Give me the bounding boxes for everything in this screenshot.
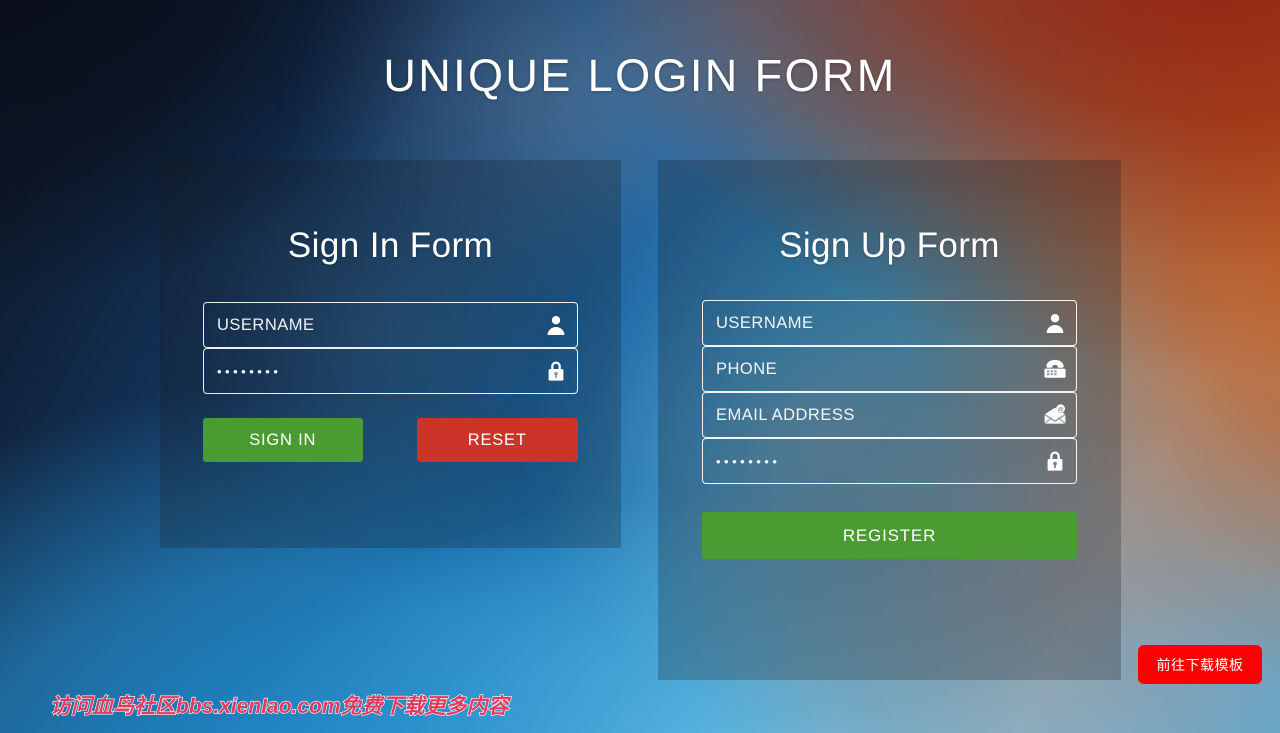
sign-up-heading: Sign Up Form bbox=[779, 226, 1000, 265]
signup-email-field[interactable]: EMAIL ADDRESS @ bbox=[702, 392, 1077, 438]
sign-in-button-row: SIGN IN RESET bbox=[203, 418, 578, 462]
person-icon bbox=[1034, 311, 1076, 335]
sign-up-fields: USERNAME PHONE EMAIL ADDRESS @ •••••••• bbox=[658, 300, 1121, 484]
svg-text:@: @ bbox=[1057, 406, 1064, 413]
signin-password-field[interactable]: •••••••• bbox=[203, 348, 578, 394]
signin-username-input[interactable]: USERNAME bbox=[204, 316, 535, 335]
lock-icon bbox=[1034, 449, 1076, 473]
lock-icon bbox=[535, 359, 577, 383]
signin-username-field[interactable]: USERNAME bbox=[203, 302, 578, 348]
sign-in-button[interactable]: SIGN IN bbox=[203, 418, 363, 462]
sign-up-panel: Sign Up Form USERNAME PHONE EMAIL ADDRES… bbox=[658, 160, 1121, 680]
login-page: UNIQUE LOGIN FORM Sign In Form USERNAME … bbox=[0, 0, 1280, 733]
signup-password-input[interactable]: •••••••• bbox=[703, 454, 1034, 469]
reset-button[interactable]: RESET bbox=[416, 418, 578, 462]
signup-phone-input[interactable]: PHONE bbox=[703, 360, 1034, 379]
sign-in-panel: Sign In Form USERNAME •••••••• SIGN IN R… bbox=[160, 160, 621, 548]
signup-username-field[interactable]: USERNAME bbox=[702, 300, 1077, 346]
page-title: UNIQUE LOGIN FORM bbox=[383, 50, 897, 101]
signup-email-input[interactable]: EMAIL ADDRESS bbox=[703, 406, 1034, 425]
person-icon bbox=[535, 313, 577, 337]
site-watermark: 访问血鸟社区bbs.xienIao.com免费下载更多内容 bbox=[49, 694, 509, 718]
download-template-button[interactable]: 前往下载模板 bbox=[1138, 645, 1262, 684]
telephone-icon bbox=[1034, 358, 1076, 380]
register-button[interactable]: REGISTER bbox=[702, 512, 1077, 559]
signup-username-input[interactable]: USERNAME bbox=[703, 314, 1034, 333]
envelope-at-icon: @ bbox=[1034, 403, 1076, 427]
signup-password-field[interactable]: •••••••• bbox=[702, 438, 1077, 484]
signup-phone-field[interactable]: PHONE bbox=[702, 346, 1077, 392]
sign-in-heading: Sign In Form bbox=[287, 226, 494, 265]
signin-password-input[interactable]: •••••••• bbox=[204, 364, 535, 379]
sign-in-fields: USERNAME •••••••• bbox=[160, 302, 621, 394]
